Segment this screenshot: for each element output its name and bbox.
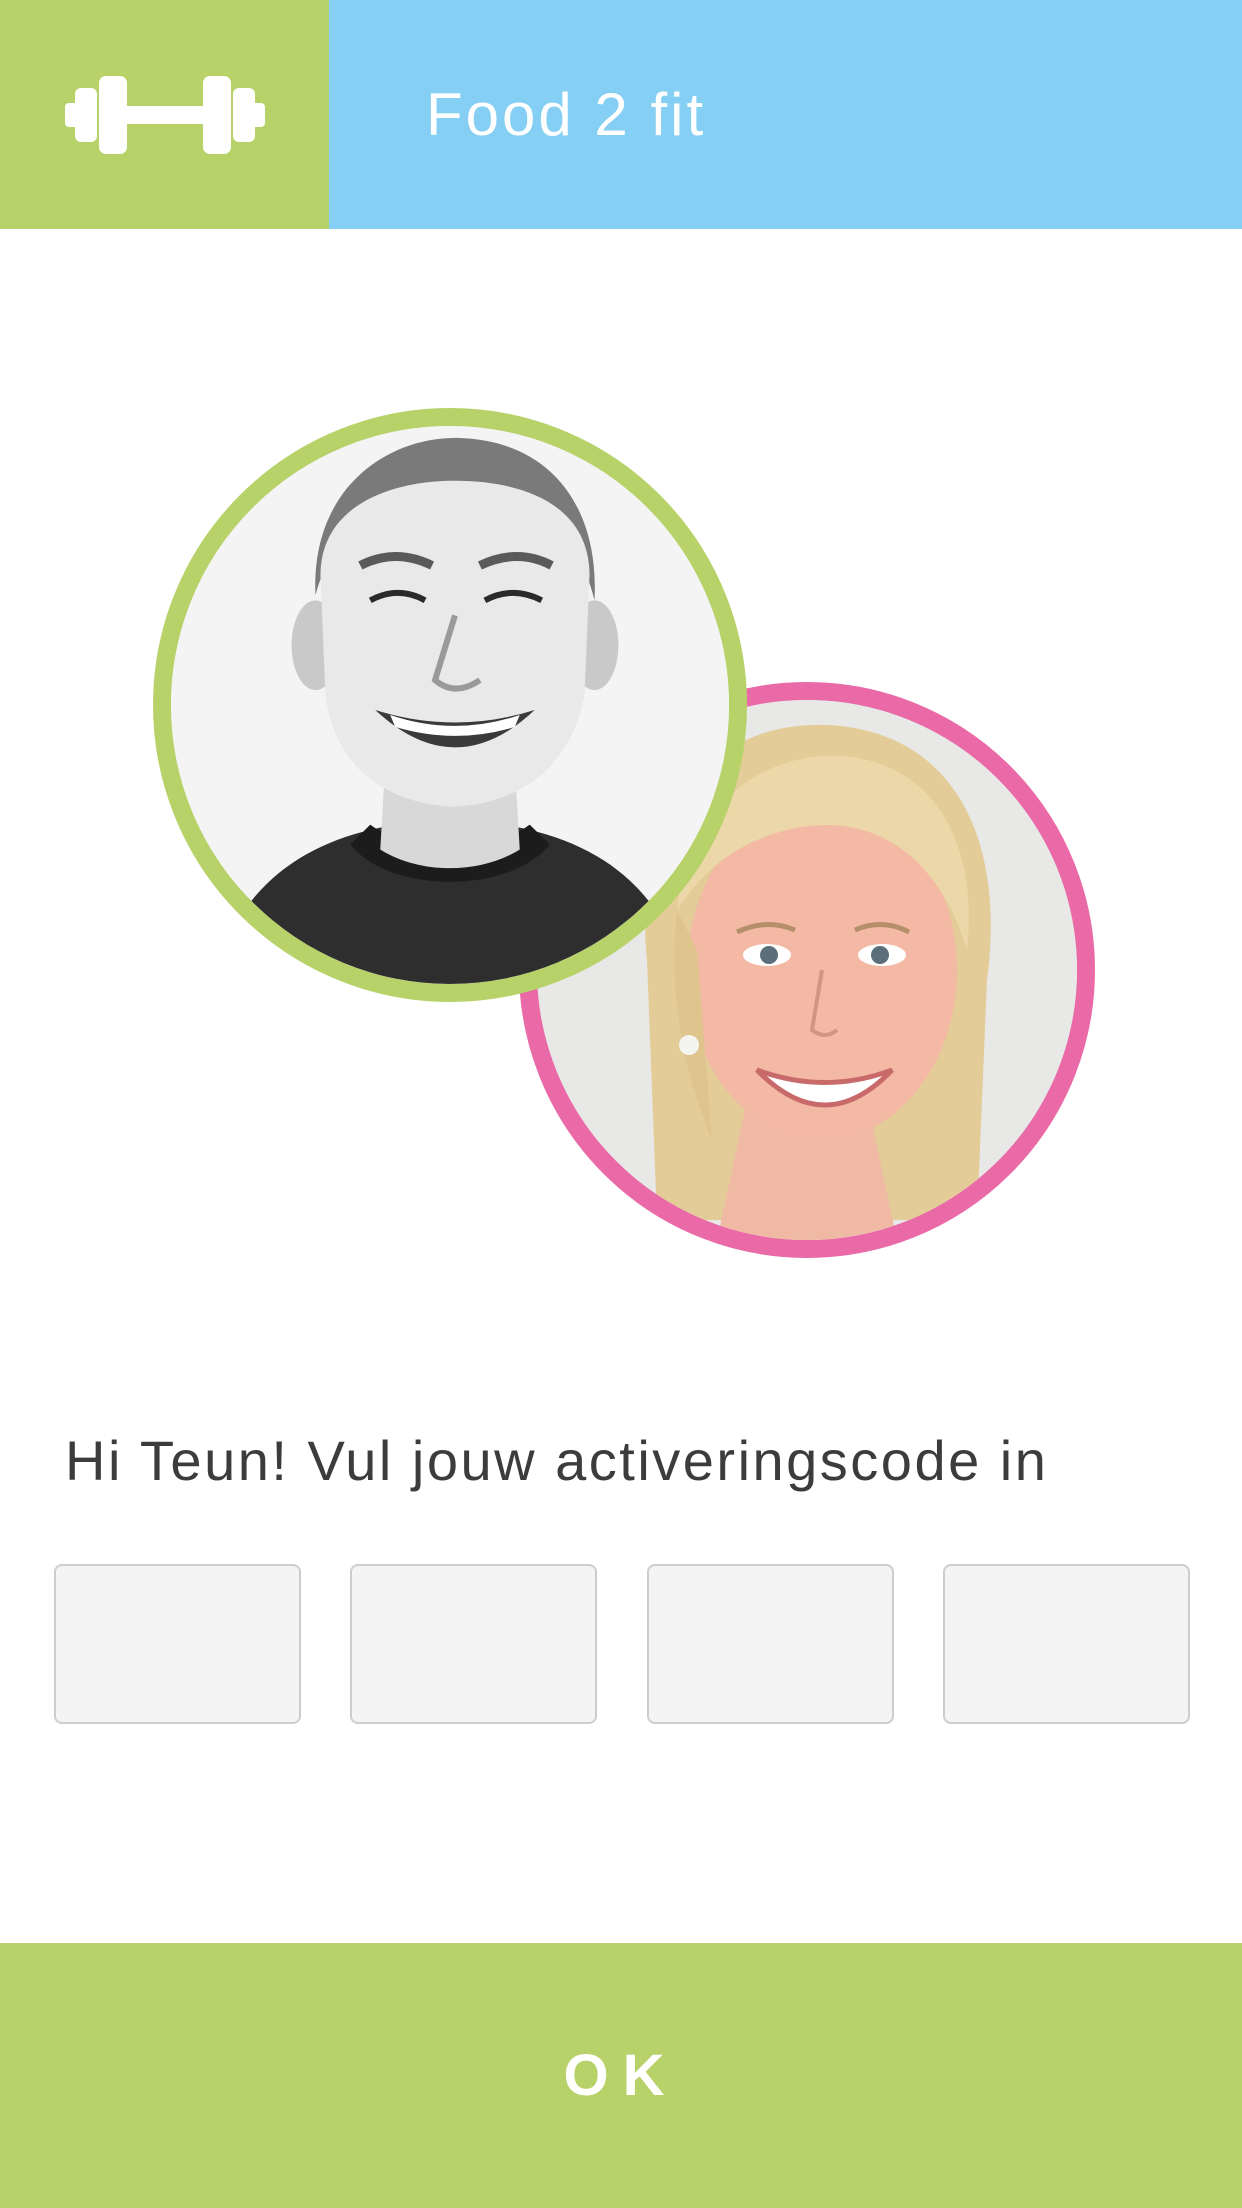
activation-code-field-1[interactable]	[54, 1564, 301, 1724]
ok-button[interactable]: OK	[0, 1943, 1242, 2208]
dumbbell-icon	[64, 75, 265, 154]
activation-code-fields	[54, 1564, 1190, 1724]
male-coach-photo	[171, 426, 729, 984]
activation-prompt: Hi Teun! Vul jouw activeringscode in	[65, 1429, 1049, 1492]
header-title-area: Food 2 fit	[329, 0, 1242, 229]
app-header: Food 2 fit	[0, 0, 1242, 229]
activation-screen: Food 2 fit Hi Teun! Vul jouw activerings…	[0, 0, 1242, 2208]
activation-code-field-4[interactable]	[942, 1564, 1190, 1724]
activation-code-field-2[interactable]	[350, 1564, 598, 1724]
coach-avatar-male	[153, 408, 747, 1002]
header-logo-area[interactable]	[0, 0, 329, 229]
app-title: Food 2 fit	[426, 81, 707, 148]
activation-code-field-3[interactable]	[646, 1564, 894, 1724]
